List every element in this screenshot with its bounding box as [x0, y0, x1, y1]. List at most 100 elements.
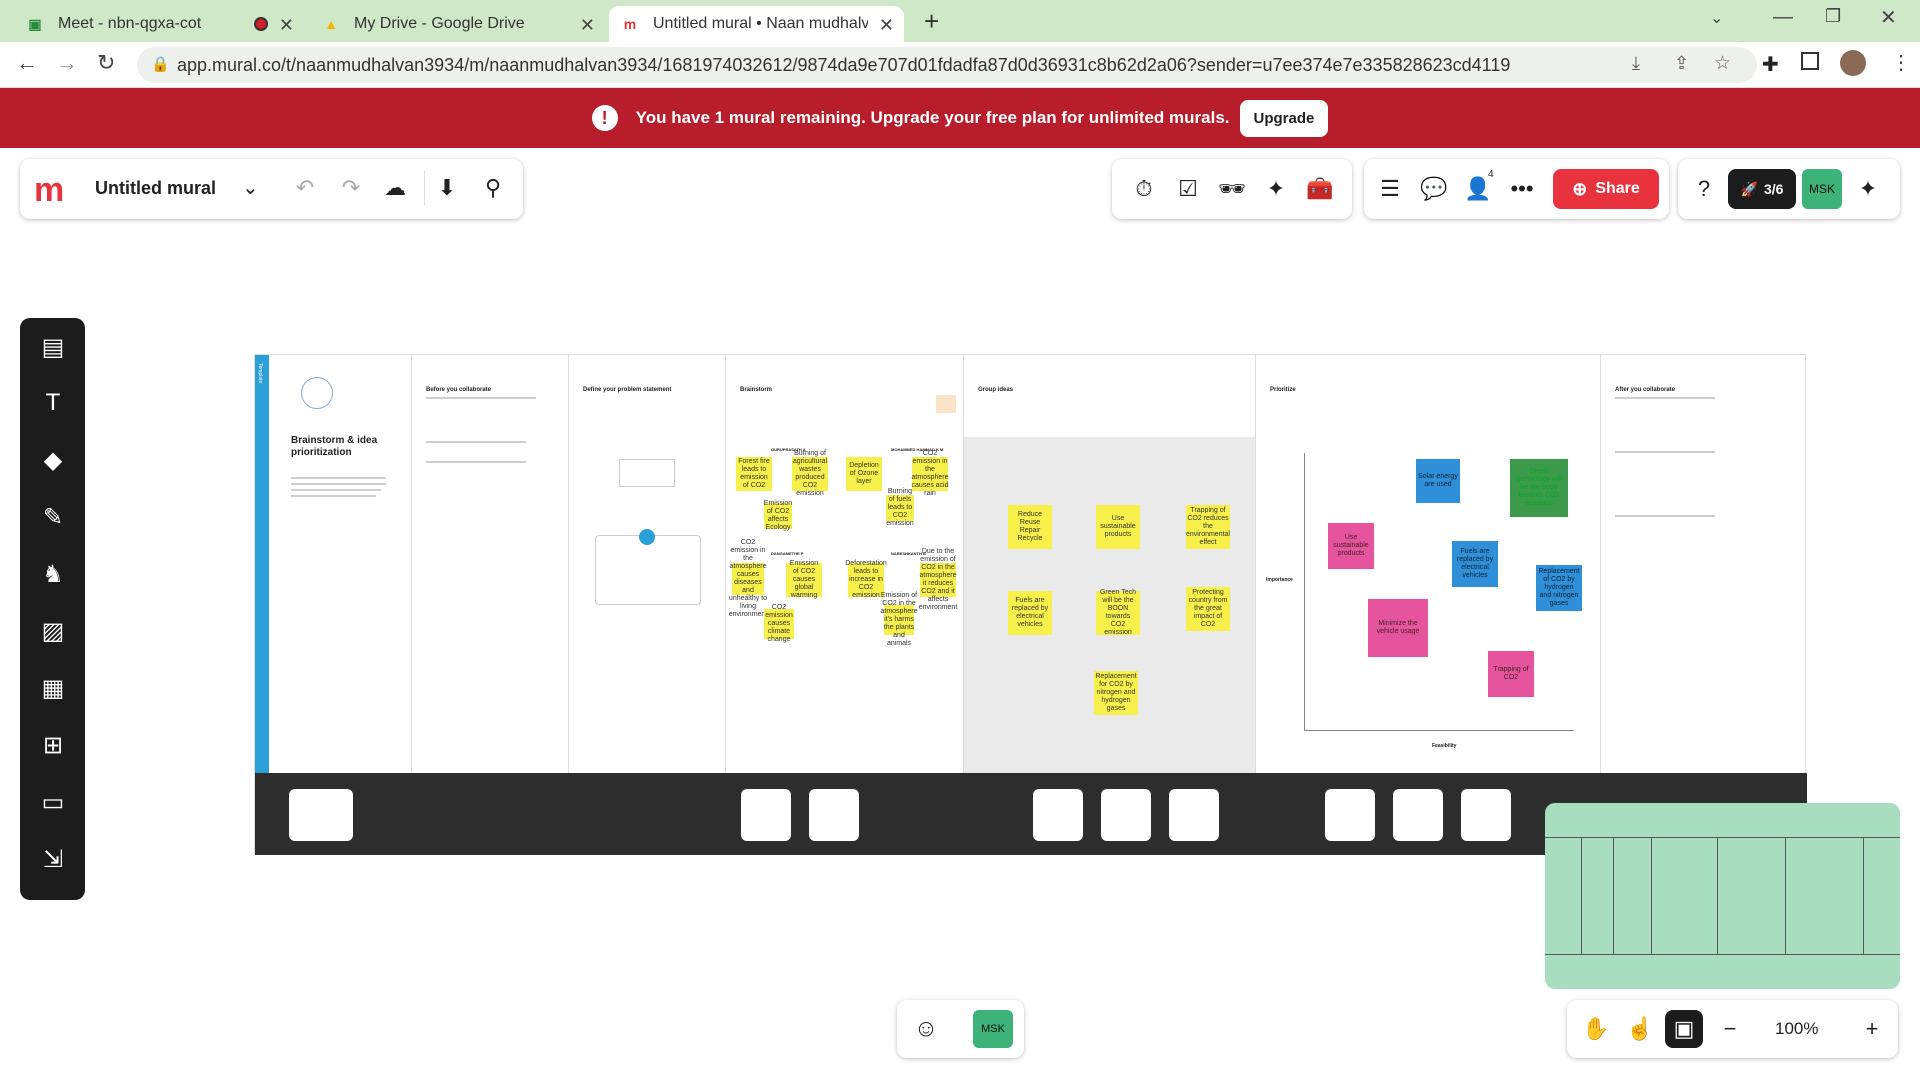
preview-thumbnail[interactable] [741, 789, 791, 841]
profile-avatar[interactable] [1840, 50, 1866, 76]
sticky-note[interactable]: CO2 emission in the atmosphere causes di… [729, 539, 768, 618]
share-button[interactable]: ⊕ Share [1553, 169, 1659, 209]
image-icon[interactable]: ▨ [38, 616, 68, 646]
mural-canvas[interactable]: Template Brainstorm & idea prioritizatio… [254, 354, 1807, 855]
sticky-note[interactable]: Reduce Reuse Repair Recycle [1008, 505, 1052, 549]
preview-thumbnail[interactable] [289, 789, 353, 841]
onboarding-progress-button[interactable]: 🚀 3/6 [1728, 169, 1796, 209]
reload-icon[interactable]: ↻ [97, 50, 115, 76]
sticky-note[interactable]: Burning of fuels leads to CO2 emission [886, 488, 914, 527]
table-icon[interactable]: ⊞ [38, 730, 68, 760]
preview-thumbnail[interactable] [1169, 789, 1219, 841]
sticky-note[interactable]: Emission of CO2 causes global warming [786, 560, 822, 599]
tab-search-icon[interactable]: ⌄ [1710, 8, 1723, 28]
browser-menu-icon[interactable]: ⋮ [1891, 50, 1911, 75]
select-hand-icon[interactable]: ☝ [1625, 1014, 1655, 1044]
preview-thumbnail[interactable] [1393, 789, 1443, 841]
frameworks-icon[interactable]: ▦ [38, 673, 68, 703]
upgrade-button[interactable]: Upgrade [1239, 99, 1329, 137]
sticky-note[interactable]: CO2 emission in the atmosphere causes ac… [912, 450, 949, 497]
sticky-note[interactable]: Emission of CO2 affects Ecology [764, 500, 792, 531]
minimap-toggle-icon[interactable]: ▣ [1665, 1010, 1703, 1048]
zoom-level[interactable]: 100% [1775, 1019, 1818, 1039]
bookmark-star-icon[interactable]: ☆ [1714, 52, 1731, 75]
sticky-note[interactable]: Fuels are replaced by electrical vehicle… [1008, 591, 1052, 635]
forward-icon[interactable]: → [56, 50, 78, 76]
chevron-down-icon[interactable]: ⌄ [242, 175, 259, 200]
sticky-note[interactable]: Solar energy are used [1416, 459, 1460, 503]
sticky-note[interactable]: Burning of agricultural wastes produced … [792, 450, 828, 497]
share-page-icon[interactable]: ⇪ [1674, 53, 1689, 74]
sticky-note[interactable]: Trapping of CO2 [1488, 651, 1534, 697]
mural-title[interactable]: Untitled mural [95, 178, 216, 199]
preview-thumbnail[interactable] [809, 789, 859, 841]
user-avatar[interactable]: MSK [1802, 169, 1842, 209]
side-panel-icon[interactable] [1801, 52, 1819, 70]
sticky-note[interactable]: Deforestation leads to increase in CO2 e… [845, 560, 887, 599]
outline-icon[interactable]: ☰ [1376, 175, 1404, 203]
undo-icon[interactable]: ↶ [292, 175, 318, 201]
draw-pen-icon[interactable]: ✎ [38, 502, 68, 532]
timer-icon[interactable]: ⏱ [1130, 175, 1158, 203]
redo-icon[interactable]: ↷ [338, 175, 364, 201]
comments-icon[interactable]: 💬 [1420, 175, 1448, 203]
more-icon[interactable]: ••• [1508, 175, 1536, 203]
preview-thumbnail[interactable] [1461, 789, 1511, 841]
zoom-out-button[interactable]: − [1715, 1014, 1745, 1044]
tab-mural[interactable]: m Untitled mural • Naan mudhalvan ✕ [609, 6, 904, 42]
ai-sparkle-icon[interactable]: ✦ [1854, 175, 1882, 203]
window-close-icon[interactable]: ✕ [1880, 5, 1897, 30]
zoom-in-button[interactable]: + [1857, 1014, 1887, 1044]
toolbox-icon[interactable]: 🧰 [1306, 175, 1334, 203]
sticky-note[interactable]: Depletion of Ozone layer [846, 457, 882, 491]
preview-thumbnail[interactable] [1101, 789, 1151, 841]
sticky-note[interactable]: Green technology will be the boon toward… [1510, 459, 1568, 517]
sticky-note[interactable]: Replacement of CO2 by hydrogen and nitro… [1536, 565, 1582, 611]
current-user-avatar[interactable]: MSK [973, 1010, 1013, 1048]
minimap[interactable] [1545, 803, 1900, 989]
laser-pointer-icon[interactable]: ✦ [1262, 175, 1290, 203]
restore-icon[interactable]: ❐ [1825, 6, 1841, 27]
shapes-icon[interactable]: ◆ [38, 445, 68, 475]
sticky-note[interactable]: Fuels are replaced by electrical vehicle… [1452, 541, 1498, 587]
text-icon[interactable]: T [38, 388, 68, 418]
sticky-note[interactable]: Minimize the vehicle usage [1368, 599, 1428, 657]
icons-llama-icon[interactable]: ♞ [38, 559, 68, 589]
sticky-note[interactable]: Forest fire leads to emission of CO2 [736, 457, 772, 491]
sticky-note-icon[interactable]: ▤ [38, 332, 68, 362]
tab-meet[interactable]: ▣ Meet - nbn-qgxa-cot ✕ [14, 6, 304, 42]
minimap-divider [1613, 837, 1614, 955]
sticky-note[interactable]: Trapping of CO2 reduces the environmenta… [1186, 505, 1230, 549]
sticky-note[interactable]: CO2 emission causes climate change [764, 604, 794, 643]
back-icon[interactable]: ← [16, 50, 38, 76]
cloud-saved-icon[interactable]: ☁ [382, 175, 408, 201]
private-mode-icon[interactable]: 🕶 [1218, 175, 1246, 203]
search-icon[interactable]: ⚲ [480, 175, 506, 201]
hand-pan-icon[interactable]: ✋ [1581, 1014, 1611, 1044]
close-icon[interactable]: ✕ [279, 15, 294, 36]
voting-icon[interactable]: ☑ [1174, 175, 1202, 203]
new-tab-button[interactable]: + [924, 6, 939, 37]
sticky-note[interactable]: Green Tech will be the BOON towards CO2 … [1096, 589, 1140, 636]
sticky-note[interactable]: Use sustainable products [1328, 523, 1374, 569]
sticky-note[interactable]: Protecting country from the great impact… [1186, 587, 1230, 631]
preview-thumbnail[interactable] [1033, 789, 1083, 841]
install-icon[interactable]: ⤓ [1632, 53, 1640, 74]
sticky-note[interactable]: Emission of CO2 in the atmosphere it's h… [881, 592, 918, 647]
templates-icon[interactable]: ▭ [38, 787, 68, 817]
minimize-icon[interactable]: — [1773, 6, 1793, 29]
upload-icon[interactable]: ⇲ [38, 844, 68, 874]
sticky-note[interactable]: Due to the emission of CO2 in the atmosp… [919, 548, 958, 611]
mural-logo-icon[interactable]: m [34, 171, 64, 210]
preview-thumbnail[interactable] [1325, 789, 1375, 841]
close-icon[interactable]: ✕ [879, 15, 894, 36]
download-icon[interactable]: ⬇ [434, 175, 460, 201]
url-input[interactable]: 🔒 app.mural.co/t/naanmudhalvan3934/m/naa… [137, 47, 1757, 83]
emoji-reaction-icon[interactable]: ☺ [911, 1014, 941, 1044]
close-icon[interactable]: ✕ [580, 15, 595, 36]
extensions-icon[interactable]: ✚ [1762, 52, 1779, 77]
sticky-note[interactable]: Use sustainable products [1096, 505, 1140, 549]
sticky-note[interactable]: Replacement for CO2 by nitrogen and hydr… [1094, 671, 1138, 715]
help-icon[interactable]: ? [1690, 175, 1718, 203]
tab-drive[interactable]: ▲ My Drive - Google Drive ✕ [310, 6, 605, 42]
